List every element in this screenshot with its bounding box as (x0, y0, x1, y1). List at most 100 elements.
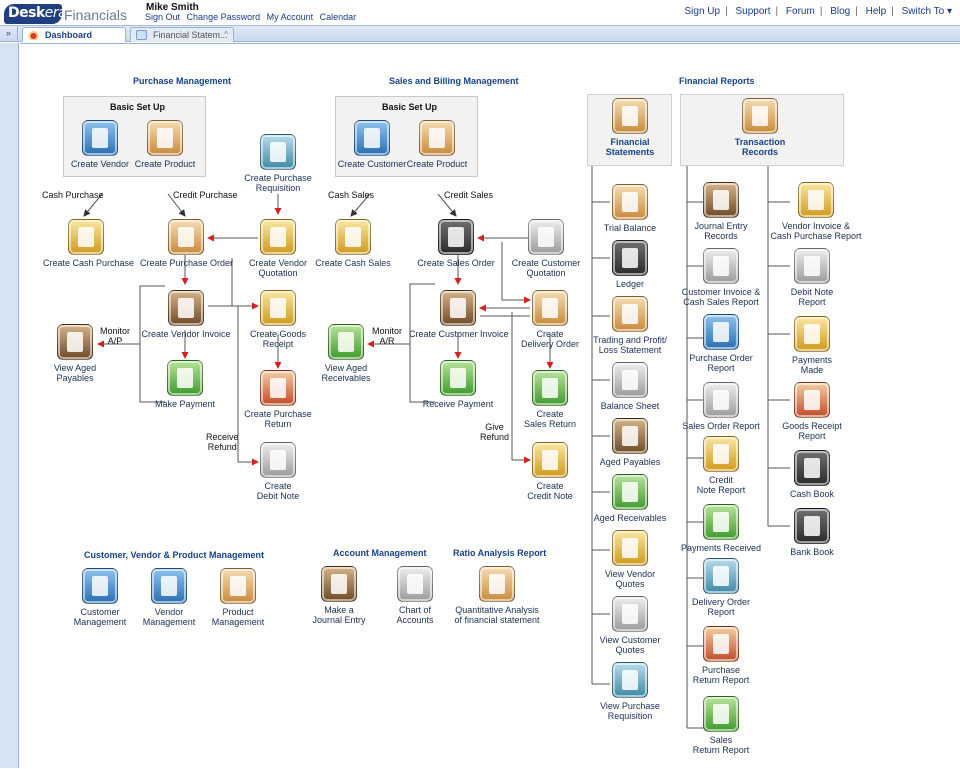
cash-book-button[interactable]: Cash Book (772, 450, 852, 499)
sign-up-link[interactable]: Sign Up (685, 6, 721, 17)
aged-payables-label: Aged Payables (599, 457, 661, 467)
sales-return-report-button[interactable]: Sales Return Report (681, 696, 761, 755)
section-title-cvp: Customer, Vendor & Product Management (84, 550, 265, 560)
purchase-order-report-button[interactable]: Purchase Order Report (681, 314, 761, 373)
chart-of-accounts-button[interactable]: Chart of Accounts (375, 566, 455, 625)
view-vendor-quotes-label: View Vendor Quotes (604, 569, 656, 589)
create-sales-return-button[interactable]: Create Sales Return (510, 370, 590, 429)
forum-link[interactable]: Forum (786, 6, 815, 17)
calendar-link[interactable]: Calendar (320, 12, 357, 22)
balance-sheet-button[interactable]: Balance Sheet (590, 362, 670, 411)
create-customer-invoice-button[interactable]: Create Customer Invoice (409, 290, 509, 339)
aged-payables-icon (57, 324, 93, 360)
ledger-button[interactable]: Ledger (590, 240, 670, 289)
my-account-link[interactable]: My Account (267, 12, 314, 22)
create-purchase-order-label: Create Purchase Order (140, 258, 234, 268)
aged-payables-button[interactable]: Aged Payables (590, 418, 670, 467)
view-aged-payables-button[interactable]: View Aged Payables (35, 324, 115, 383)
debit-note-icon (260, 442, 296, 478)
purchase-order-report-icon (703, 314, 739, 350)
view-customer-quotes-button[interactable]: View Customer Quotes (590, 596, 670, 655)
aged-receivables-button[interactable]: Aged Receivables (590, 474, 670, 523)
debit-note-report-label: Debit Note Report (790, 287, 834, 307)
close-tab-icon[interactable]: ^ (224, 28, 228, 42)
section-title-financial-reports: Financial Reports (679, 76, 755, 86)
create-cash-sales-button[interactable]: Create Cash Sales (313, 219, 393, 268)
delivery-order-report-label: Delivery Order Report (691, 597, 750, 617)
create-vendor-invoice-button[interactable]: Create Vendor Invoice (140, 290, 232, 339)
create-delivery-order-button[interactable]: Create Delivery Order (510, 290, 590, 349)
vendor-invoice-report-button[interactable]: Vendor Invoice & Cash Purchase Report (768, 182, 864, 241)
tab-financial-label: Financial Statem... (153, 30, 228, 40)
view-vendor-quotes-button[interactable]: View Vendor Quotes (590, 530, 670, 589)
trial-balance-button[interactable]: Trial Balance (590, 184, 670, 233)
bank-book-label: Bank Book (790, 547, 834, 557)
vendor-management-button[interactable]: Vendor Management (129, 568, 209, 627)
create-product-button-purchase[interactable]: Create Product (125, 120, 205, 169)
create-customer-quotation-button[interactable]: Create Customer Quotation (506, 219, 586, 278)
profit-loss-icon (612, 296, 648, 332)
purchase-return-report-icon (703, 626, 739, 662)
sales-order-report-button[interactable]: Sales Order Report (681, 382, 761, 431)
aged-receivables-report-icon (612, 474, 648, 510)
view-aged-receivables-button[interactable]: View Aged Receivables (306, 324, 386, 383)
customer-invoice-icon (440, 290, 476, 326)
customer-management-button[interactable]: Customer Management (60, 568, 140, 627)
debit-note-report-button[interactable]: Debit Note Report (772, 248, 852, 307)
create-vendor-quotation-button[interactable]: Create Vendor Quotation (238, 219, 318, 278)
create-credit-note-button[interactable]: Create Credit Note (510, 442, 590, 501)
vendor-management-icon (151, 568, 187, 604)
payments-received-button[interactable]: Payments Received (681, 504, 761, 553)
left-collapsed-panel[interactable] (0, 43, 19, 768)
tab-financial-statements[interactable]: Financial Statem... ^ (130, 27, 234, 42)
view-purchase-requisition-button[interactable]: View Purchase Requisition (590, 662, 670, 721)
chart-of-accounts-icon (397, 566, 433, 602)
balance-sheet-label: Balance Sheet (600, 401, 660, 411)
cash-book-icon (794, 450, 830, 486)
product-management-button[interactable]: Product Management (198, 568, 278, 627)
vendor-icon (82, 120, 118, 156)
help-link[interactable]: Help (866, 6, 887, 17)
support-link[interactable]: Support (735, 6, 770, 17)
financial-statements-button[interactable]: Financial Statements (590, 98, 670, 157)
payments-made-button[interactable]: Payments Made (772, 316, 852, 375)
sign-out-link[interactable]: Sign Out (145, 12, 180, 22)
section-title-sales: Sales and Billing Management (389, 76, 519, 86)
create-cash-purchase-button[interactable]: Create Cash Purchase (43, 219, 134, 268)
view-customer-quotes-label: View Customer Quotes (599, 635, 661, 655)
collapse-panel-button[interactable]: » (0, 26, 18, 42)
change-password-link[interactable]: Change Password (187, 12, 261, 22)
customer-invoice-report-button[interactable]: Customer Invoice & Cash Sales Report (676, 248, 766, 307)
make-journal-entry-button[interactable]: Make a Journal Entry (299, 566, 379, 625)
create-debit-note-button[interactable]: Create Debit Note (238, 442, 318, 501)
receive-payment-icon (440, 360, 476, 396)
logo-product-name: Financials (64, 7, 128, 23)
credit-note-report-button[interactable]: Credit Note Report (681, 436, 761, 495)
sales-return-report-icon (703, 696, 739, 732)
blog-link[interactable]: Blog (830, 6, 850, 17)
bank-book-button[interactable]: Bank Book (772, 508, 852, 557)
goods-receipt-report-button[interactable]: Goods Receipt Report (772, 382, 852, 441)
purchase-return-report-button[interactable]: Purchase Return Report (681, 626, 761, 685)
quantitative-analysis-label: Quantitative Analysis of financial statem… (454, 605, 540, 625)
transaction-records-button[interactable]: Transaction Records (720, 98, 800, 157)
make-payment-label: Make Payment (154, 399, 216, 409)
journal-entry-records-button[interactable]: Journal Entry Records (681, 182, 761, 241)
create-debit-note-label: Create Debit Note (256, 481, 300, 501)
create-purchase-requisition-button[interactable]: Create Purchase Requisition (238, 134, 318, 193)
switch-to-menu[interactable]: Switch To ▾ (902, 6, 952, 17)
quantitative-analysis-button[interactable]: Quantitative Analysis of financial statem… (450, 566, 544, 625)
product-icon (147, 120, 183, 156)
customer-quotes-icon (612, 596, 648, 632)
trading-profit-loss-button[interactable]: Trading and Profit/Loss Statement (586, 296, 674, 355)
receive-payment-button[interactable]: Receive Payment (418, 360, 498, 409)
cash-purchase-label: Cash Purchase (42, 190, 104, 200)
tab-dashboard[interactable]: Dashboard (22, 27, 126, 42)
delivery-order-report-button[interactable]: Delivery Order Report (681, 558, 761, 617)
create-sales-return-label: Create Sales Return (523, 409, 577, 429)
create-product-button-sales[interactable]: Create Product (397, 120, 477, 169)
create-sales-order-button[interactable]: Create Sales Order (416, 219, 496, 268)
create-purchase-order-button[interactable]: Create Purchase Order (140, 219, 234, 268)
make-payment-button[interactable]: Make Payment (145, 360, 225, 409)
logo-text: Deskera (8, 5, 67, 21)
